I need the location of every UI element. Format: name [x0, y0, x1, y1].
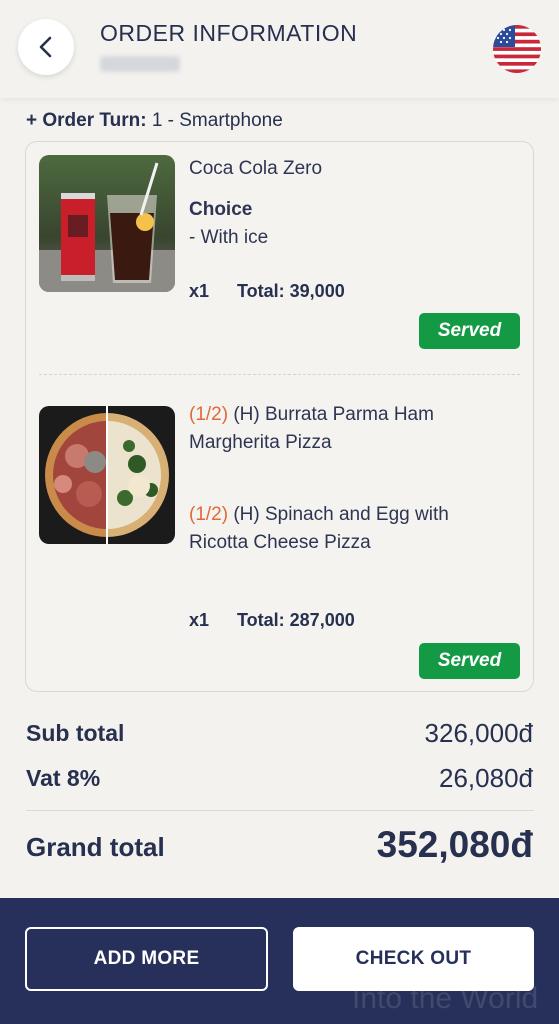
- subtotal-label: Sub total: [26, 720, 125, 746]
- status-badge: Served: [419, 313, 520, 349]
- watermark: Into the World: [352, 982, 539, 1015]
- order-turn: + Order Turn: 1 - Smartphone: [26, 110, 283, 132]
- choice-value: - With ice: [189, 227, 269, 248]
- status-badge: Served: [419, 643, 520, 679]
- item-total: Total: 39,000: [237, 281, 345, 301]
- vat-value: 26,080đ: [439, 763, 533, 793]
- table-info-blurred: [100, 56, 180, 72]
- us-flag-icon: [493, 25, 541, 73]
- half-tag: (1/2): [189, 504, 229, 525]
- item-divider: [39, 374, 520, 375]
- page-title: ORDER INFORMATION: [100, 20, 358, 46]
- subtotal-value: 326,000đ: [424, 718, 533, 748]
- pizza-half-1: (1/2) (H) Burrata Parma Ham Margherita P…: [189, 401, 509, 457]
- half-name: (H) Spinach and Egg with Ricotta Cheese …: [189, 504, 449, 553]
- item-choice: Choice - With ice: [189, 196, 268, 252]
- half-tag: (1/2): [189, 404, 229, 425]
- half-half-pizza-image: [39, 406, 175, 544]
- chevron-left-icon: [39, 36, 52, 58]
- item-qty: x1: [189, 610, 210, 630]
- language-selector[interactable]: [493, 25, 541, 73]
- order-turn-label: + Order Turn:: [26, 110, 147, 131]
- grand-total-label: Grand total: [26, 832, 165, 862]
- coca-cola-image: [39, 155, 175, 292]
- order-items-card: Coca Cola Zero Choice - With ice x1 Tota…: [25, 141, 534, 692]
- item-qty: x1: [189, 281, 210, 301]
- app-header: ORDER INFORMATION: [0, 0, 559, 98]
- order-turn-value: 1 - Smartphone: [151, 110, 283, 131]
- back-button[interactable]: [18, 19, 74, 75]
- pizza-half-2: (1/2) (H) Spinach and Egg with Ricotta C…: [189, 501, 509, 557]
- choice-label: Choice: [189, 199, 253, 220]
- add-more-button[interactable]: ADD MORE: [25, 927, 268, 991]
- grand-total-value: 352,080đ: [376, 824, 533, 865]
- vat-label: Vat 8%: [26, 765, 101, 791]
- summary-divider: [26, 810, 534, 811]
- item-name: Coca Cola Zero: [189, 158, 323, 179]
- item-total: Total: 287,000: [237, 610, 355, 630]
- action-footer: ADD MORE CHECK OUT Into the World: [0, 898, 559, 1024]
